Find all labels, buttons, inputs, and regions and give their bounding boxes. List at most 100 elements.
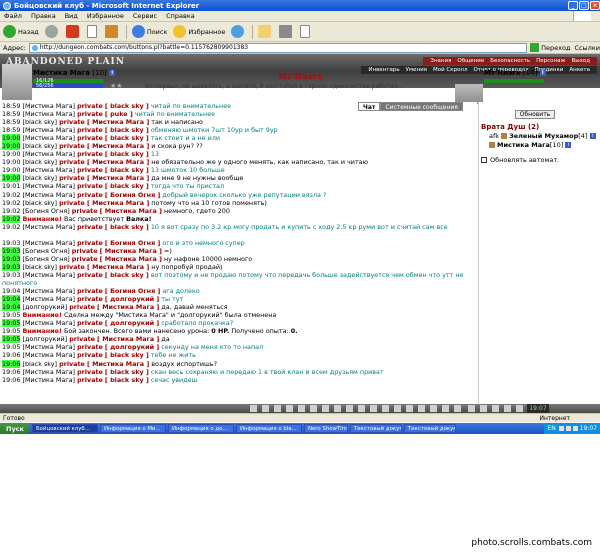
recipient-nick[interactable]: [ Мистика Мага ] xyxy=(87,174,149,182)
info-icon[interactable]: i xyxy=(589,133,596,139)
info-icon[interactable]: i xyxy=(539,70,546,76)
player-right[interactable]: Мт'Нлэгх [14] i xyxy=(484,69,546,77)
sender-nick[interactable]: [Мистика Мага] xyxy=(22,182,75,190)
sender-nick[interactable]: [Мистика Мага] xyxy=(22,126,75,134)
recipient-nick[interactable]: [ Мистика Мага ] xyxy=(100,247,162,255)
menu-favorites[interactable]: Избранное xyxy=(87,12,124,20)
auto-refresh-checkbox[interactable] xyxy=(481,157,487,163)
recipient-nick[interactable]: [ Мистика Мага ] xyxy=(87,118,149,126)
edit-button[interactable] xyxy=(300,25,312,38)
nav-communication[interactable]: Общение xyxy=(457,58,484,64)
print-button[interactable] xyxy=(279,25,294,38)
tray-icon[interactable] xyxy=(565,426,571,431)
recipient-nick[interactable]: [ black sky ] xyxy=(105,182,149,190)
auto-refresh-option[interactable]: Обновлять автомат. xyxy=(481,156,559,164)
sender-nick[interactable]: [black sky] xyxy=(22,263,57,271)
nav-security[interactable]: Безопасность xyxy=(490,58,530,64)
go-button[interactable]: Переход xyxy=(530,43,570,52)
sender-nick[interactable]: [Мистика Мага] xyxy=(22,150,75,158)
recipient-nick[interactable]: [ Богиня Огня ] xyxy=(105,191,160,199)
close-button[interactable]: × xyxy=(590,1,600,10)
chat-tool-button[interactable] xyxy=(418,405,425,412)
sender-nick[interactable]: [Богиня Огня] xyxy=(22,255,69,263)
sender-nick[interactable]: [Мистика Мага] xyxy=(22,239,75,247)
menu-tools[interactable]: Сервис xyxy=(133,12,157,20)
chat-tool-button[interactable] xyxy=(394,405,401,412)
links-button[interactable]: Ссылки xyxy=(574,44,600,52)
chat-tool-button[interactable] xyxy=(262,405,269,412)
chat-tool-button[interactable] xyxy=(468,405,475,412)
tray-icon[interactable] xyxy=(572,426,578,431)
recipient-nick[interactable]: [ Мистика Мага ] xyxy=(87,158,149,166)
chat-tool-button[interactable] xyxy=(250,405,257,412)
media-button[interactable] xyxy=(231,25,246,38)
recipient-nick[interactable]: [ black sky ] xyxy=(105,126,149,134)
chat-tool-button[interactable] xyxy=(492,405,499,412)
recipient-nick[interactable]: [ Мистика Мага ] xyxy=(100,255,162,263)
recipient-nick[interactable]: [ black sky ] xyxy=(105,368,149,376)
recipient-nick[interactable]: [ Мистика Мага ] xyxy=(97,335,159,343)
chat-tool-button[interactable] xyxy=(454,405,461,412)
sender-nick[interactable]: [black sky] xyxy=(22,360,57,368)
recipient-nick[interactable]: [ black sky ] xyxy=(105,166,149,174)
sender-nick[interactable]: [black sky] xyxy=(22,199,57,207)
chat-tool-button[interactable] xyxy=(430,405,437,412)
recipient-nick[interactable]: [ Богиня Огня ] xyxy=(105,239,160,247)
sender-nick[interactable]: [Мистика Мага] xyxy=(22,134,75,142)
recipient-nick[interactable]: [ долгорукий ] xyxy=(105,343,159,351)
recipient-nick[interactable]: [ Мистика Мага ] xyxy=(97,303,159,311)
nav-character[interactable]: Персонаж xyxy=(536,58,565,64)
recipient-nick[interactable]: [ долгорукий ] xyxy=(105,295,159,303)
tab-chat[interactable]: Чат xyxy=(358,102,381,111)
recipient-nick[interactable]: [ Мистика Мага ] xyxy=(87,360,149,368)
tab-system-messages[interactable]: Системные сообщения xyxy=(380,102,463,111)
sender-nick[interactable]: [black sky] xyxy=(22,142,57,150)
chat-tool-button[interactable] xyxy=(334,405,341,412)
start-button[interactable]: Пуск xyxy=(0,423,30,434)
sender-nick[interactable]: [Мистика Мага] xyxy=(22,319,75,327)
taskbar-item[interactable]: Бойцовский клуб... xyxy=(31,424,98,433)
chat-tool-button[interactable] xyxy=(298,405,305,412)
taskbar-item[interactable]: Nero ShowTime xyxy=(303,424,348,433)
chat-tool-button[interactable] xyxy=(322,405,329,412)
sender-nick[interactable]: [долгорукий] xyxy=(22,303,67,311)
recipient-nick[interactable]: [ Богиня Огня ] xyxy=(105,287,160,295)
taskbar-item[interactable]: Информация о bla... xyxy=(235,424,302,433)
sender-nick[interactable]: [black sky] xyxy=(22,174,57,182)
tray-icon[interactable] xyxy=(558,426,564,431)
recipient-nick[interactable]: [ Мистика Мага ] xyxy=(87,199,149,207)
menu-edit[interactable]: Правка xyxy=(31,12,56,20)
sender-nick[interactable]: [Мистика Мага] xyxy=(22,295,75,303)
chat-tool-button[interactable] xyxy=(504,405,511,412)
chat-tool-button[interactable] xyxy=(406,405,413,412)
menu-file[interactable]: Файл xyxy=(4,12,22,20)
sender-nick[interactable]: [Мистика Мага] xyxy=(22,368,75,376)
back-button[interactable]: Назад xyxy=(3,25,39,38)
chat-tool-button[interactable] xyxy=(382,405,389,412)
sender-nick[interactable]: [Богиня Огня] xyxy=(22,207,69,215)
sender-nick[interactable]: [Мистика Мага] xyxy=(22,223,75,231)
recipient-nick[interactable]: [ black sky ] xyxy=(105,271,149,279)
mail-button[interactable] xyxy=(258,25,273,38)
recipient-nick[interactable]: [ black sky ] xyxy=(105,102,149,110)
language-indicator[interactable]: EN xyxy=(547,425,555,432)
chat-tool-button[interactable] xyxy=(480,405,487,412)
sender-nick[interactable]: [Мистика Мага] xyxy=(22,376,75,384)
chat-tool-button[interactable] xyxy=(310,405,317,412)
search-button[interactable]: Поиск xyxy=(131,25,167,38)
address-input[interactable]: http://dungeon.combats.com/buttons.pl?ba… xyxy=(28,42,528,53)
info-icon[interactable]: i xyxy=(565,142,572,148)
nav-exit[interactable]: Выход xyxy=(571,58,590,64)
maximize-button[interactable]: □ xyxy=(579,1,589,10)
taskbar-item[interactable]: Информация о до... xyxy=(167,424,234,433)
menu-help[interactable]: Справка xyxy=(166,12,195,20)
chat-tool-button[interactable] xyxy=(346,405,353,412)
sender-nick[interactable]: [Богиня Огня] xyxy=(22,247,69,255)
sender-nick[interactable]: [Мистика Мага] xyxy=(22,166,75,174)
sender-nick[interactable]: [Мистика Мага] xyxy=(22,102,75,110)
taskbar-item[interactable]: Текстовый докум... xyxy=(403,424,456,433)
recipient-nick[interactable]: [ black sky ] xyxy=(105,223,149,231)
refresh-page-button[interactable] xyxy=(86,25,99,38)
sender-nick[interactable]: [Мистика Мага] xyxy=(22,343,75,351)
recipient-nick[interactable]: [ black sky ] xyxy=(105,376,149,384)
